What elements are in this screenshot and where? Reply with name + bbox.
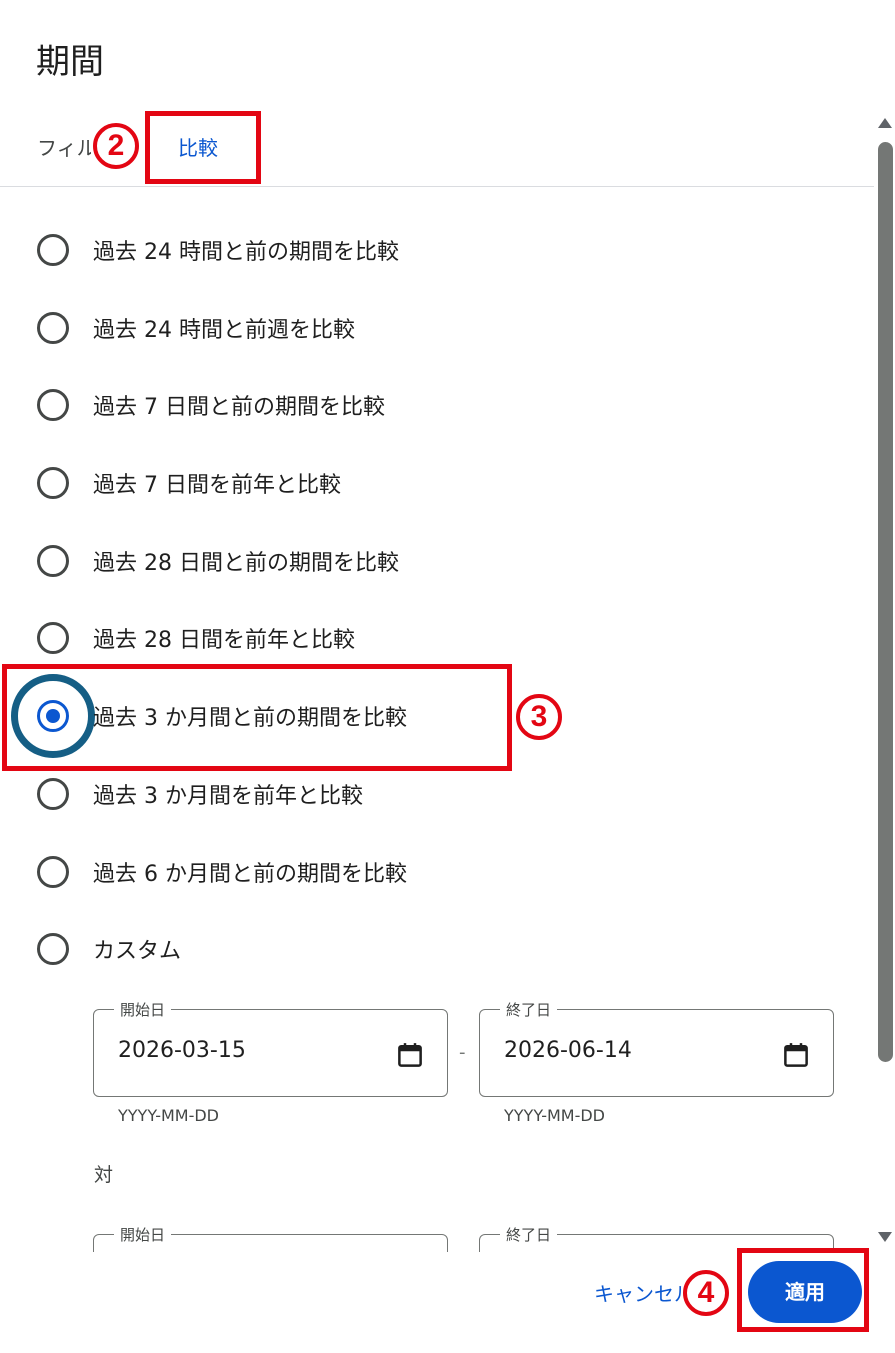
radio-button[interactable]: [37, 234, 69, 266]
compare-start-date-label: 開始日: [114, 1224, 172, 1245]
start-date-format-hint: YYYY-MM-DD: [118, 1106, 219, 1125]
option-label: カスタム: [93, 939, 182, 965]
option-7d-previous-year[interactable]: 過去 7 日間を前年と比較: [0, 445, 874, 523]
option-24h-previous-week[interactable]: 過去 24 時間と前週を比較: [0, 290, 874, 368]
annotation-step-2-badge: 2: [93, 123, 139, 169]
annotation-step-3-badge: 3: [516, 694, 562, 740]
dialog-title: 期間: [36, 42, 104, 82]
scroll-down-arrow-icon[interactable]: [878, 1232, 892, 1242]
annotation-step-4-badge: 4: [683, 1270, 729, 1316]
date-range-separator: -: [459, 1042, 466, 1063]
cancel-button[interactable]: キャンセル: [594, 1278, 694, 1307]
option-24h-previous-period[interactable]: 過去 24 時間と前の期間を比較: [0, 212, 874, 290]
versus-label: 対: [94, 1164, 114, 1186]
option-label: 過去 6 か月間と前の期間を比較: [93, 861, 407, 887]
annotation-highlight-3m-option: [2, 664, 512, 771]
option-label: 過去 24 時間と前の期間を比較: [93, 240, 399, 265]
period-dialog: 期間 フィルタ 比較 過去 24 時間と前の期間を比較 過去 24 時間と前週を…: [0, 0, 895, 1353]
radio-button[interactable]: [37, 389, 69, 422]
calendar-icon[interactable]: [395, 1040, 425, 1070]
radio-button[interactable]: [37, 855, 69, 888]
radio-button[interactable]: [37, 777, 69, 810]
option-6m-previous-period[interactable]: 過去 6 か月間と前の期間を比較: [0, 834, 874, 912]
option-label: 過去 7 日間を前年と比較: [93, 473, 341, 499]
option-label: 過去 3 か月間を前年と比較: [93, 783, 363, 809]
compare-start-date-field[interactable]: 開始日: [93, 1224, 448, 1252]
annotation-highlight-apply-button: [737, 1248, 869, 1332]
option-label: 過去 7 日間と前の期間を比較: [93, 395, 385, 421]
scroll-up-arrow-icon[interactable]: [878, 118, 892, 128]
tab-filter[interactable]: フィルタ: [37, 132, 91, 161]
end-date-field[interactable]: 終了日 2026-06-14: [479, 999, 834, 1097]
start-date-field[interactable]: 開始日 2026-03-15: [93, 999, 448, 1097]
radio-button[interactable]: [37, 933, 69, 966]
option-label: 過去 24 時間と前週を比較: [93, 317, 355, 343]
radio-button[interactable]: [37, 311, 69, 344]
radio-button[interactable]: [37, 544, 69, 577]
option-custom[interactable]: カスタム: [0, 911, 874, 989]
compare-end-date-label: 終了日: [500, 1224, 558, 1245]
end-date-value[interactable]: 2026-06-14: [504, 1038, 632, 1063]
calendar-icon[interactable]: [781, 1040, 811, 1070]
option-28d-previous-period[interactable]: 過去 28 日間と前の期間を比較: [0, 523, 874, 601]
end-date-label: 終了日: [500, 999, 558, 1020]
end-date-format-hint: YYYY-MM-DD: [504, 1106, 605, 1125]
option-label: 過去 28 日間を前年と比較: [93, 628, 355, 654]
start-date-value[interactable]: 2026-03-15: [118, 1038, 246, 1063]
option-label: 過去 28 日間と前の期間を比較: [93, 550, 399, 576]
compare-date-row-clipped: 開始日 終了日: [0, 1216, 874, 1252]
annotation-highlight-compare-tab: [145, 111, 261, 184]
comparison-options: 過去 24 時間と前の期間を比較 過去 24 時間と前週を比較 過去 7 日間と…: [0, 212, 874, 989]
radio-button[interactable]: [37, 467, 69, 500]
scrollbar-thumb[interactable]: [878, 142, 893, 1062]
start-date-label: 開始日: [114, 999, 172, 1020]
radio-button[interactable]: [37, 622, 69, 655]
option-7d-previous-period[interactable]: 過去 7 日間と前の期間を比較: [0, 367, 874, 445]
